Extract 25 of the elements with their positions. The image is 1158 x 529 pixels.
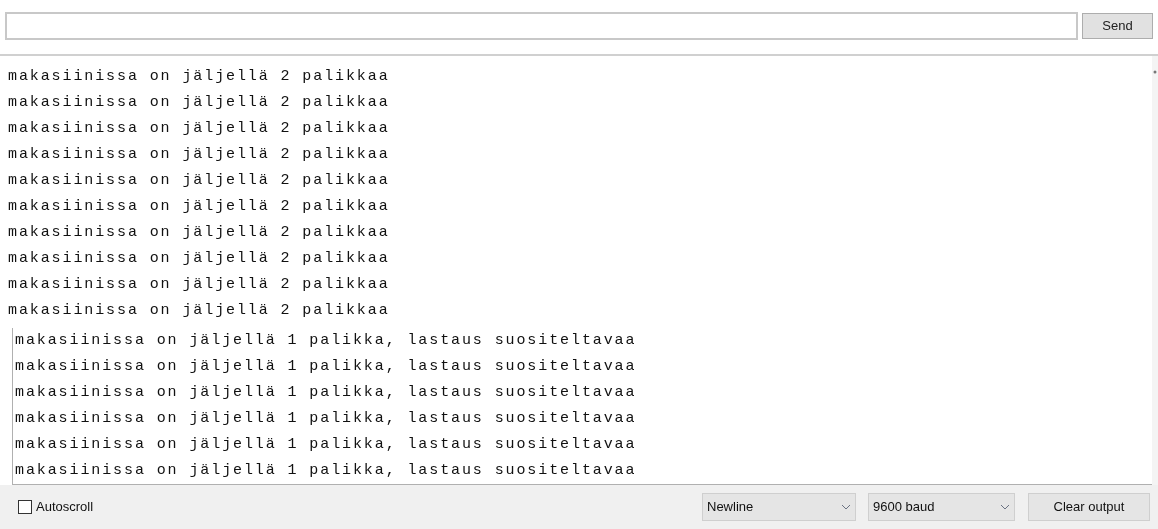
message-input[interactable] [5,12,1078,40]
line-ending-dropdown[interactable]: Newline [702,493,856,521]
baud-rate-dropdown[interactable]: 9600 baud [868,493,1015,521]
clear-output-button[interactable]: Clear output [1028,493,1150,521]
output-line: makasiinissa on jäljellä 1 palikka, lastaus suositeltavaa [15,409,637,429]
output-line: makasiinissa on jäljellä 2 palikkaa [8,223,390,243]
caret-icon [1000,504,1010,510]
output-line: makasiinissa on jäljellä 2 palikkaa [8,93,390,113]
send-button[interactable]: Send [1082,13,1153,39]
output-line: makasiinissa on jäljellä 2 palikkaa [8,301,390,321]
output-line: makasiinissa on jäljellä 1 palikka, lastaus suositeltavaa [15,435,637,455]
output-line: makasiinissa on jäljellä 2 palikkaa [8,275,390,295]
output-line: makasiinissa on jäljellä 2 palikkaa [8,119,390,139]
autoscroll-checkbox[interactable] [18,500,32,514]
output-line: makasiinissa on jäljellä 1 palikka, lastaus suositeltavaa [15,461,637,481]
output-line: makasiinissa on jäljellä 2 palikkaa [8,249,390,269]
output-line: makasiinissa on jäljellä 2 palikkaa [8,67,390,87]
output-line: makasiinissa on jäljellä 2 palikkaa [8,145,390,165]
autoscroll-label: Autoscroll [36,498,94,517]
caret-icon [841,504,851,510]
output-line: makasiinissa on jäljellä 1 palikka, lastaus suositeltavaa [15,357,637,377]
output-line: makasiinissa on jäljellä 1 palikka, lastaus suositeltavaa [15,383,637,403]
output-line: makasiinissa on jäljellä 2 palikkaa [8,171,390,191]
output-line: makasiinissa on jäljellä 1 palikka, lastaus suositeltavaa [15,331,637,351]
output-line: makasiinissa on jäljellä 2 palikkaa [8,197,390,217]
